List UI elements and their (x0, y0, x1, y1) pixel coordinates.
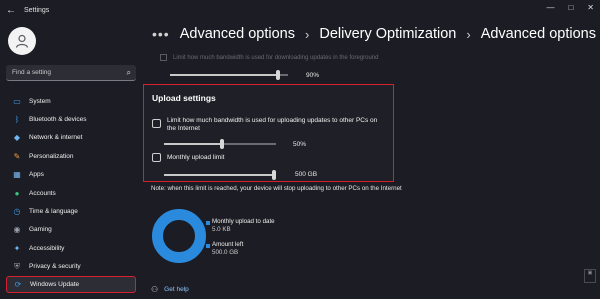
sidebar-item-accessibility[interactable]: ✦ Accessibility (6, 239, 136, 257)
sidebar-item-label: Personalization (29, 152, 74, 160)
get-help-label[interactable]: Get help (164, 286, 189, 293)
accessibility-icon: ✦ (13, 243, 21, 253)
monthly-upload-slider-fill (164, 174, 276, 176)
sidebar-item-label: Accessibility (29, 244, 65, 252)
upload-settings-title: Upload settings (152, 93, 216, 103)
monthly-upload-to-date-label: Monthly upload to date (212, 218, 275, 225)
sidebar-item-gaming[interactable]: ◉ Gaming (6, 221, 136, 239)
sidebar-item-windows-update[interactable]: ⟳ Windows Update (6, 275, 136, 293)
bluetooth-icon: ᛒ (14, 115, 20, 125)
download-slider-fill (170, 74, 276, 76)
download-slider-thumb[interactable] (276, 70, 280, 80)
shield-icon: ⛨ (14, 261, 20, 271)
get-help-icon: ⚇ (151, 285, 159, 294)
watermark-logo: ▣ (584, 269, 596, 283)
back-arrow-icon[interactable]: ← (6, 5, 18, 16)
sidebar-item-label: System (29, 97, 51, 105)
window-controls: — □ ✕ (546, 3, 594, 12)
search-box[interactable]: Find a setting ⌕ (6, 65, 136, 81)
wifi-icon: ◆ (13, 133, 21, 143)
system-monitor-icon: ▭ (13, 96, 21, 106)
sidebar: Find a setting ⌕ ▭ System ᛒ Bluetooth & dev… (0, 20, 142, 299)
download-value: 90% (306, 72, 320, 79)
download-bandwidth-label: Limit how much bandwidth is used for dow… (173, 55, 379, 62)
upload-usage-donut-chart (152, 209, 206, 263)
account-person-icon: ● (14, 188, 20, 198)
sidebar-item-apps[interactable]: ▦ Apps (6, 166, 136, 184)
avatar[interactable] (8, 27, 36, 55)
sidebar-item-label: Gaming (29, 226, 52, 234)
monthly-upload-slider[interactable] (164, 170, 276, 180)
search-input[interactable]: Find a setting (12, 69, 51, 76)
monthly-upload-label: Monthly upload limit (167, 154, 225, 161)
sidebar-item-network-internet[interactable]: ◆ Network & internet (6, 129, 136, 147)
monthly-upload-to-date-value: 5.0 KB (212, 226, 231, 233)
download-bandwidth-checkbox[interactable] (160, 54, 167, 61)
upload-settings-section: Upload settings Limit how much bandwidth… (143, 84, 394, 182)
app-title: Settings (24, 6, 50, 14)
upload-bandwidth-label: Limit how much bandwidth is used for upl… (167, 117, 378, 132)
sidebar-item-accounts[interactable]: ● Accounts (6, 184, 136, 202)
page-title: Advanced options (480, 26, 596, 42)
download-slider[interactable] (170, 70, 288, 80)
get-help-link[interactable]: ⚇ Get help (151, 285, 189, 294)
upload-bandwidth-slider-fill (164, 143, 220, 145)
gamepad-icon: ◉ (13, 225, 21, 235)
monthly-upload-slider-thumb[interactable] (272, 170, 276, 180)
amount-left-legend-swatch (206, 244, 210, 248)
sidebar-nav: ▭ System ᛒ Bluetooth & devices ◆ Network & in… (6, 92, 136, 293)
brush-icon: ✎ (13, 151, 21, 161)
sidebar-item-label: Privacy & security (29, 263, 81, 271)
title-bar: ← Settings — □ ✕ (0, 0, 600, 20)
sidebar-item-time-language[interactable]: ◷ Time & language (6, 202, 136, 220)
amount-left-label: Amount left (212, 241, 244, 248)
upload-bandwidth-slider-thumb[interactable] (220, 139, 224, 149)
sidebar-item-label: Bluetooth & devices (29, 116, 87, 124)
close-button[interactable]: ✕ (587, 3, 594, 12)
upload-limit-note: Note: when this limit is reached, your d… (151, 185, 402, 192)
apps-grid-icon: ▦ (13, 170, 21, 180)
user-avatar-icon (15, 34, 29, 48)
maximize-button[interactable]: □ (568, 3, 573, 12)
breadcrumb-item-delivery-optimization[interactable]: Delivery Optimization (319, 26, 456, 42)
breadcrumb-overflow-button[interactable]: ••• (152, 26, 170, 42)
download-bandwidth-option[interactable]: Limit how much bandwidth is used for dow… (160, 54, 378, 61)
monthly-upload-legend-swatch (206, 221, 210, 225)
minimize-button[interactable]: — (546, 3, 554, 12)
sidebar-item-label: Windows Update (30, 280, 80, 288)
sidebar-item-system[interactable]: ▭ System (6, 92, 136, 110)
windows-update-icon: ⟳ (14, 279, 22, 289)
upload-bandwidth-slider[interactable] (164, 139, 276, 149)
sidebar-item-label: Accounts (29, 189, 56, 197)
breadcrumb-item-advanced-options[interactable]: Advanced options (180, 26, 295, 42)
monthly-upload-value: 500 GB (295, 171, 318, 178)
upload-bandwidth-checkbox[interactable] (152, 119, 161, 128)
upload-bandwidth-value: 50% (293, 141, 307, 148)
globe-clock-icon: ◷ (13, 207, 21, 217)
sidebar-item-personalization[interactable]: ✎ Personalization (6, 147, 136, 165)
sidebar-item-label: Network & internet (29, 134, 83, 142)
sidebar-item-privacy-security[interactable]: ⛨ Privacy & security (6, 258, 136, 276)
monthly-upload-checkbox[interactable] (152, 153, 161, 162)
chevron-right-icon: › (466, 26, 471, 42)
sidebar-item-bluetooth-devices[interactable]: ᛒ Bluetooth & devices (6, 110, 136, 128)
sidebar-item-label: Apps (29, 171, 44, 179)
breadcrumb: ••• Advanced options › Delivery Optimiza… (152, 22, 596, 46)
amount-left-value: 500.0 GB (212, 249, 239, 256)
chevron-right-icon: › (305, 26, 310, 42)
sidebar-item-label: Time & language (29, 208, 78, 216)
search-icon[interactable]: ⌕ (127, 68, 131, 78)
